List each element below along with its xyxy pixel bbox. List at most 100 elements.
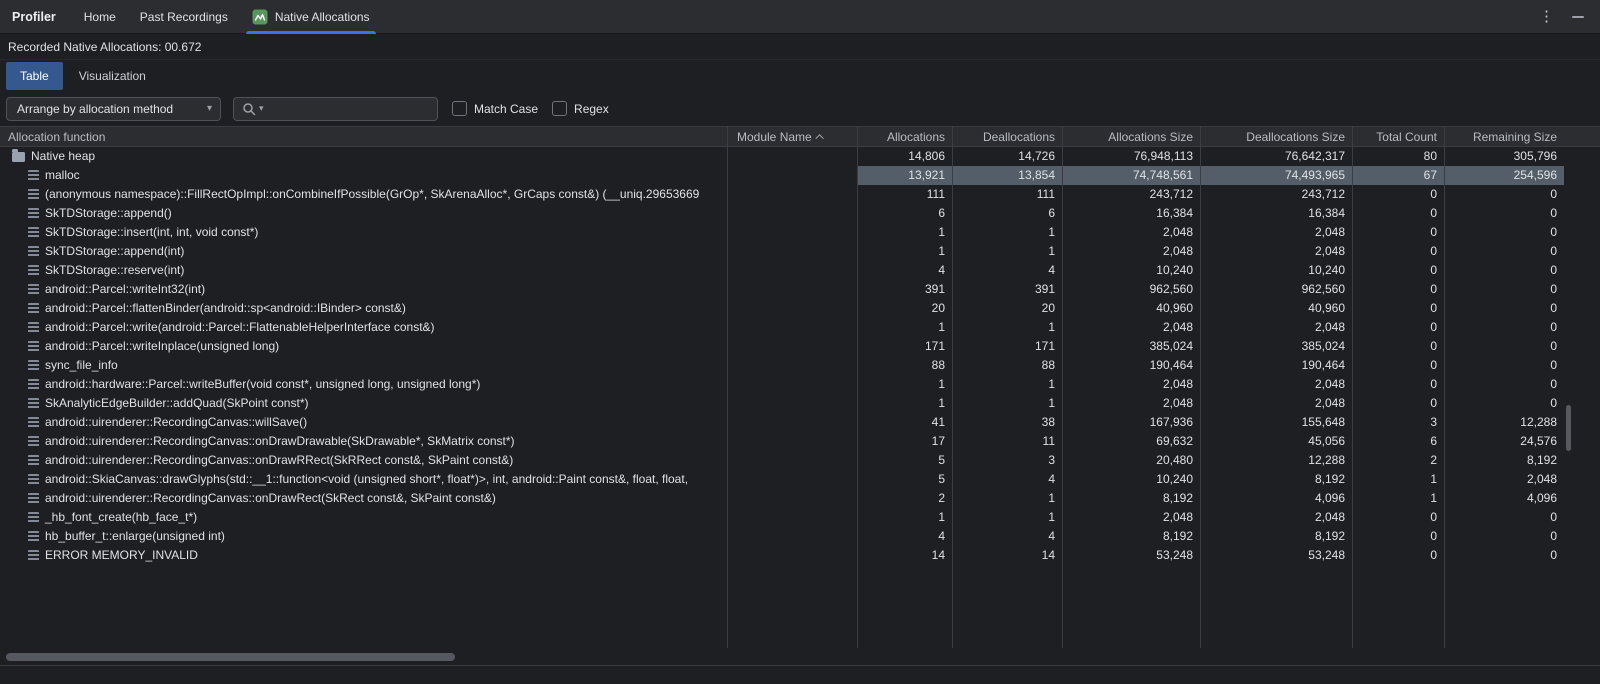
value-cell: 2,048 xyxy=(1062,223,1200,242)
row-gutter xyxy=(1564,527,1600,546)
tab-past-recordings[interactable]: Past Recordings xyxy=(128,0,240,34)
value-cell: 0 xyxy=(1352,356,1444,375)
allocation-function-label: android::hardware::Parcel::writeBuffer(v… xyxy=(45,375,480,394)
value-cell: 243,712 xyxy=(1062,185,1200,204)
allocation-function-label: SkAnalyticEdgeBuilder::addQuad(SkPoint c… xyxy=(45,394,308,413)
table-body: Native heap14,80614,72676,948,11376,642,… xyxy=(0,147,1600,565)
match-case-label[interactable]: Match Case xyxy=(474,102,538,116)
table-row[interactable]: android::uirenderer::RecordingCanvas::on… xyxy=(0,451,1600,470)
search-field[interactable]: ▾ xyxy=(233,97,438,121)
tool-window-title: Profiler xyxy=(0,10,72,24)
value-cell: 0 xyxy=(1444,375,1564,394)
module-name-cell xyxy=(727,546,857,565)
search-icon[interactable] xyxy=(242,102,256,116)
search-history-chevron-icon[interactable]: ▾ xyxy=(259,103,264,114)
row-gutter xyxy=(1564,166,1600,185)
value-cell: 45,056 xyxy=(1200,432,1352,451)
table-row[interactable]: malloc13,92113,85474,748,56174,493,96567… xyxy=(0,166,1600,185)
value-cell: 1 xyxy=(857,318,952,337)
horizontal-scrollbar-thumb[interactable] xyxy=(6,653,455,661)
value-cell: 2,048 xyxy=(1444,470,1564,489)
value-cell: 8,192 xyxy=(1200,527,1352,546)
tab-native-allocations[interactable]: Native Allocations xyxy=(240,0,382,34)
arrange-by-dropdown[interactable]: Arrange by allocation method ▾ xyxy=(6,97,221,121)
table-row[interactable]: hb_buffer_t::enlarge(unsigned int)448,19… xyxy=(0,527,1600,546)
table-row[interactable]: SkTDStorage::append(int)112,0482,04800 xyxy=(0,242,1600,261)
column-header-allocations-size[interactable]: Allocations Size xyxy=(1062,130,1200,144)
table-row[interactable]: sync_file_info8888190,464190,46400 xyxy=(0,356,1600,375)
horizontal-scrollbar[interactable] xyxy=(0,648,1600,666)
more-options-icon[interactable]: ⋮ xyxy=(1539,9,1554,24)
table-row[interactable]: SkTDStorage::append()6616,38416,38400 xyxy=(0,204,1600,223)
table-row[interactable]: android::uirenderer::RecordingCanvas::wi… xyxy=(0,413,1600,432)
arrange-by-dropdown-value: Arrange by allocation method xyxy=(17,102,173,116)
table-row[interactable]: android::Parcel::flattenBinder(android::… xyxy=(0,299,1600,318)
value-cell: 4 xyxy=(952,470,1062,489)
value-cell: 4 xyxy=(952,527,1062,546)
table-row[interactable]: Native heap14,80614,72676,948,11376,642,… xyxy=(0,147,1600,166)
table-row[interactable]: android::hardware::Parcel::writeBuffer(v… xyxy=(0,375,1600,394)
value-cell: 6 xyxy=(857,204,952,223)
table-row[interactable]: android::SkiaCanvas::drawGlyphs(std::__1… xyxy=(0,470,1600,489)
table-row[interactable]: SkTDStorage::reserve(int)4410,24010,2400… xyxy=(0,261,1600,280)
value-cell: 0 xyxy=(1352,299,1444,318)
row-gutter xyxy=(1564,318,1600,337)
table-row[interactable]: _hb_font_create(hb_face_t*)112,0482,0480… xyxy=(0,508,1600,527)
table-row[interactable]: android::Parcel::writeInplace(unsigned l… xyxy=(0,337,1600,356)
row-gutter xyxy=(1564,280,1600,299)
value-cell: 111 xyxy=(952,185,1062,204)
value-cell: 13,854 xyxy=(952,166,1062,185)
row-gutter xyxy=(1564,185,1600,204)
value-cell: 4 xyxy=(952,261,1062,280)
column-header-deallocations[interactable]: Deallocations xyxy=(952,130,1062,144)
column-header-allocation-function[interactable]: Allocation function xyxy=(0,130,727,144)
value-cell: 1 xyxy=(857,394,952,413)
value-cell: 0 xyxy=(1352,394,1444,413)
module-name-cell xyxy=(727,242,857,261)
value-cell: 0 xyxy=(1444,356,1564,375)
value-cell: 1 xyxy=(952,489,1062,508)
search-input[interactable] xyxy=(267,101,429,117)
table-row[interactable]: android::Parcel::write(android::Parcel::… xyxy=(0,318,1600,337)
regex-label[interactable]: Regex xyxy=(574,102,609,116)
value-cell: 10,240 xyxy=(1062,261,1200,280)
value-cell: 11 xyxy=(952,432,1062,451)
value-cell: 305,796 xyxy=(1444,147,1564,166)
table-row[interactable]: (anonymous namespace)::FillRectOpImpl::o… xyxy=(0,185,1600,204)
column-header-allocations[interactable]: Allocations xyxy=(857,130,952,144)
column-header-total-count[interactable]: Total Count xyxy=(1352,130,1444,144)
vertical-scrollbar-thumb[interactable] xyxy=(1566,405,1571,451)
table-row[interactable]: android::uirenderer::RecordingCanvas::on… xyxy=(0,489,1600,508)
column-header-remaining-size[interactable]: Remaining Size xyxy=(1444,130,1564,144)
column-divider xyxy=(857,126,858,648)
hide-panel-icon[interactable] xyxy=(1572,16,1584,18)
table-row[interactable]: SkAnalyticEdgeBuilder::addQuad(SkPoint c… xyxy=(0,394,1600,413)
allocation-function-label: hb_buffer_t::enlarge(unsigned int) xyxy=(45,527,225,546)
value-cell: 0 xyxy=(1444,261,1564,280)
module-name-cell xyxy=(727,299,857,318)
table-row[interactable]: SkTDStorage::insert(int, int, void const… xyxy=(0,223,1600,242)
tab-visualization[interactable]: Visualization xyxy=(65,62,160,90)
recording-status-bar: Recorded Native Allocations: 00.672 xyxy=(0,34,1600,60)
table-row[interactable]: android::Parcel::writeInt32(int)39139196… xyxy=(0,280,1600,299)
module-name-cell xyxy=(727,451,857,470)
match-case-checkbox[interactable] xyxy=(452,101,467,116)
tab-table[interactable]: Table xyxy=(6,62,63,90)
module-name-cell xyxy=(727,147,857,166)
column-header-deallocations-size[interactable]: Deallocations Size xyxy=(1200,130,1352,144)
value-cell: 40,960 xyxy=(1200,299,1352,318)
table-row[interactable]: android::uirenderer::RecordingCanvas::on… xyxy=(0,432,1600,451)
value-cell: 0 xyxy=(1444,299,1564,318)
value-cell: 74,748,561 xyxy=(1062,166,1200,185)
value-cell: 16,384 xyxy=(1062,204,1200,223)
module-name-cell xyxy=(727,166,857,185)
value-cell: 0 xyxy=(1352,508,1444,527)
value-cell: 0 xyxy=(1352,527,1444,546)
allocation-function-label: SkTDStorage::insert(int, int, void const… xyxy=(45,223,258,242)
tab-home[interactable]: Home xyxy=(72,0,128,34)
value-cell: 1 xyxy=(952,318,1062,337)
column-header-module-name[interactable]: Module Name xyxy=(727,130,857,144)
table-row[interactable]: ERROR MEMORY_INVALID141453,24853,24800 xyxy=(0,546,1600,565)
value-cell: 254,596 xyxy=(1444,166,1564,185)
regex-checkbox[interactable] xyxy=(552,101,567,116)
